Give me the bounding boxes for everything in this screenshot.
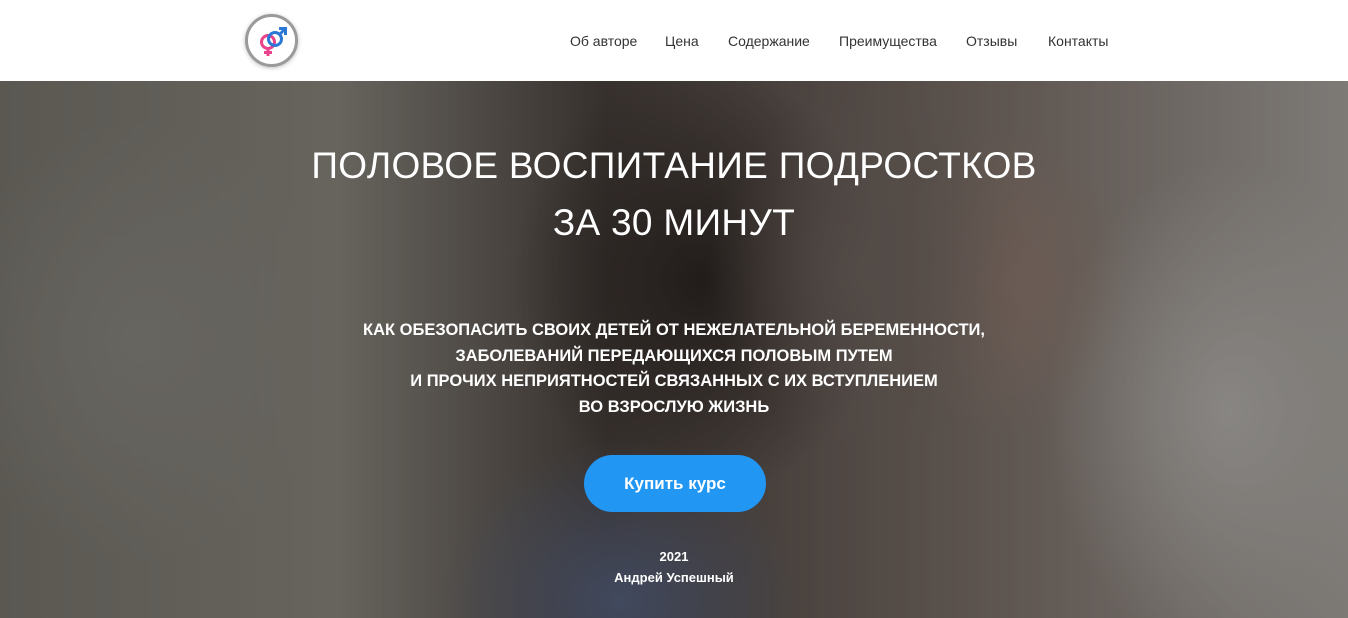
hero-section: ПОЛОВОЕ ВОСПИТАНИЕ ПОДРОСТКОВ ЗА 30 МИНУ… (0, 81, 1348, 618)
nav-contacts[interactable]: Контакты (1048, 31, 1108, 51)
site-logo[interactable] (245, 14, 298, 67)
year-label: 2021 (659, 549, 689, 564)
hero-meta: 2021 Андрей Успешный (0, 546, 1348, 588)
hero-subtitle-line: КАК ОБЕЗОПАСИТЬ СВОИХ ДЕТЕЙ ОТ НЕЖЕЛАТЕЛ… (363, 321, 985, 339)
hero-title-line: ПОЛОВОЕ ВОСПИТАНИЕ ПОДРОСТКОВ (311, 145, 1037, 186)
site-header: Об авторе Цена Содержание Преимущества О… (0, 0, 1348, 81)
nav-price[interactable]: Цена (665, 31, 699, 51)
author-name: Андрей Успешный (614, 570, 734, 585)
hero-title-line: ЗА 30 МИНУТ (552, 202, 796, 243)
hero-title: ПОЛОВОЕ ВОСПИТАНИЕ ПОДРОСТКОВ ЗА 30 МИНУ… (0, 137, 1348, 251)
nav-about-author[interactable]: Об авторе (570, 31, 637, 51)
nav-advantages[interactable]: Преимущества (839, 31, 937, 51)
hero-subtitle: КАК ОБЕЗОПАСИТЬ СВОИХ ДЕТЕЙ ОТ НЕЖЕЛАТЕЛ… (0, 318, 1348, 420)
nav-contents[interactable]: Содержание (728, 31, 810, 51)
nav-reviews[interactable]: Отзывы (966, 31, 1017, 51)
hero-subtitle-line: И ПРОЧИХ НЕПРИЯТНОСТЕЙ СВЯЗАННЫХ С ИХ ВС… (410, 372, 938, 390)
hero-subtitle-line: ЗАБОЛЕВАНИЙ ПЕРЕДАЮЩИХСЯ ПОЛОВЫМ ПУТЕМ (455, 346, 893, 365)
gender-symbols-icon (259, 26, 287, 56)
buy-course-button[interactable]: Купить курс (584, 455, 766, 512)
hero-subtitle-line: ВО ВЗРОСЛУЮ ЖИЗНЬ (578, 397, 770, 416)
